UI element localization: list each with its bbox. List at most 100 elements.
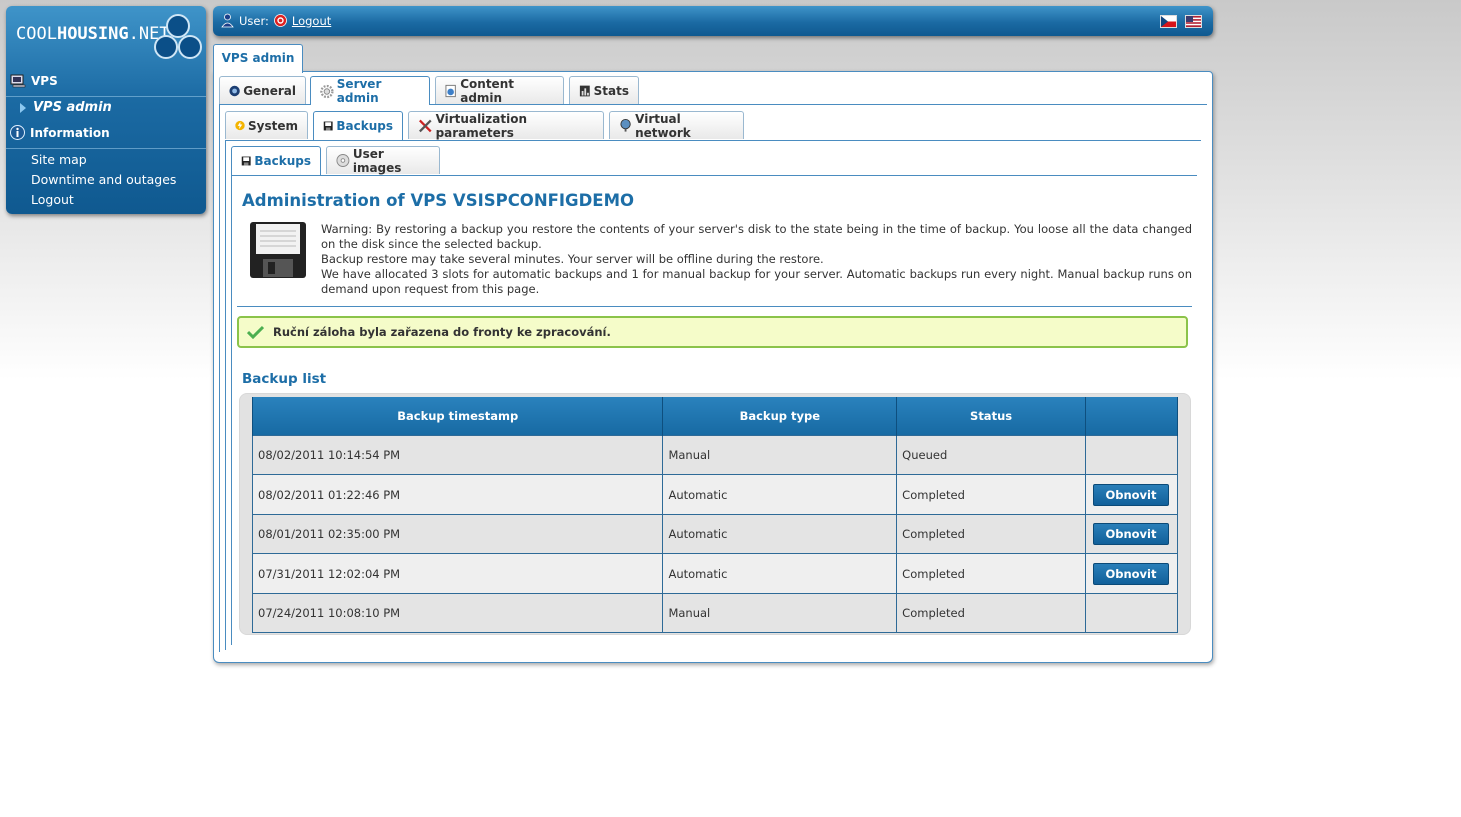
cell-action	[1084, 593, 1179, 633]
backup-table: Backup timestamp Backup type Status 08/0…	[251, 397, 1179, 633]
cell-timestamp: 07/31/2011 12:02:04 PM	[251, 553, 664, 594]
sidebar-link-site-map[interactable]: Site map	[31, 152, 87, 167]
cell-action: Obnovit	[1084, 553, 1179, 594]
table-row: 08/02/2011 01:22:46 PM Automatic Complet…	[251, 474, 1179, 515]
cell-action: Obnovit	[1084, 474, 1179, 515]
warning-line: Warning: By restoring a backup you resto…	[321, 222, 1192, 251]
restore-button[interactable]: Obnovit	[1092, 483, 1169, 506]
tabs-baseline	[225, 140, 1201, 141]
restore-button[interactable]: Obnovit	[1092, 562, 1169, 585]
sidebar: COOLHOUSING.NET VPS VPS admin Informatio…	[6, 6, 206, 214]
frame-line	[231, 175, 232, 645]
sidebar-link-logout[interactable]: Logout	[31, 192, 74, 207]
tab-backups-sub[interactable]: Backups	[231, 146, 321, 175]
page-title: Administration of VPS VSISPCONFIGDEMO	[242, 191, 635, 210]
tab-system[interactable]: System	[225, 111, 308, 139]
document-globe-icon	[445, 84, 456, 97]
warning-line: We have allocated 3 slots for automatic …	[321, 267, 1192, 296]
divider	[237, 306, 1192, 307]
tab-backups[interactable]: Backups	[313, 111, 403, 140]
monitor-icon	[10, 74, 26, 88]
cell-status: Completed	[896, 553, 1086, 594]
tab-general[interactable]: General	[219, 76, 306, 104]
sidebar-item-label: VPS	[31, 74, 58, 88]
tab-virtual-network[interactable]: Virtual network	[609, 111, 744, 140]
gear-globe-icon	[229, 85, 240, 96]
tab-label: Virtualization parameters	[435, 111, 528, 140]
cell-status: Completed	[896, 474, 1086, 515]
brand-logo[interactable]: COOLHOUSING.NET	[16, 24, 170, 44]
column-header-timestamp[interactable]: Backup timestamp	[251, 397, 664, 436]
column-header-status[interactable]: Status	[896, 397, 1086, 436]
top-bar: User: Logout	[213, 6, 1213, 36]
table-row: 08/02/2011 10:14:54 PM Manual Queued	[251, 435, 1179, 475]
tab-vps-admin[interactable]: VPS admin	[213, 44, 303, 73]
tab-label: Backups	[336, 119, 393, 133]
table-header-row: Backup timestamp Backup type Status	[251, 397, 1179, 436]
cell-timestamp: 07/24/2011 10:08:10 PM	[251, 593, 664, 633]
user-info: User: Logout	[221, 13, 331, 28]
floppy-icon	[323, 121, 333, 131]
tab-user-images[interactable]: User images	[326, 146, 440, 175]
cell-timestamp: 08/02/2011 10:14:54 PM	[251, 435, 664, 475]
tab-label: General	[243, 83, 296, 98]
cell-status: Completed	[896, 514, 1086, 554]
chart-icon	[579, 85, 590, 96]
tab-content-admin[interactable]: Content admin	[435, 76, 564, 105]
arrow-right-icon	[20, 102, 26, 113]
table-row: 07/24/2011 10:08:10 PM Manual Completed	[251, 593, 1179, 633]
tab-label: Stats	[593, 83, 629, 98]
logo-circles-icon	[152, 14, 202, 64]
flag-cz-icon[interactable]	[1160, 15, 1177, 28]
tab-label: Content admin	[460, 76, 514, 105]
logout-icon[interactable]	[273, 14, 287, 27]
tab-label: User images	[352, 146, 402, 175]
sidebar-item-label: VPS admin	[33, 100, 112, 115]
success-message-text: Ruční záloha byla zařazena do fronty ke …	[273, 325, 611, 339]
disc-icon	[336, 154, 350, 167]
restore-button[interactable]: Obnovit	[1092, 523, 1169, 545]
sidebar-link-downtime[interactable]: Downtime and outages	[31, 172, 176, 187]
frame-line	[219, 104, 220, 652]
logout-link[interactable]: Logout	[292, 14, 331, 28]
tab-label: Virtual network	[635, 111, 691, 140]
cell-type: Manual	[662, 593, 898, 633]
sidebar-item-vps[interactable]: VPS	[10, 74, 58, 88]
warning-line: Backup restore may take several minutes.…	[321, 252, 824, 266]
table-row: 08/01/2011 02:35:00 PM Automatic Complet…	[251, 514, 1179, 554]
sidebar-item-vps-admin[interactable]: VPS admin	[18, 100, 112, 115]
column-header-actions	[1084, 397, 1179, 436]
column-header-type[interactable]: Backup type	[662, 397, 898, 436]
warning-text: Warning: By restoring a backup you resto…	[321, 222, 1192, 297]
cell-status: Queued	[896, 435, 1086, 475]
floppy-disk-icon	[250, 222, 306, 278]
info-icon	[10, 125, 25, 140]
network-globe-icon	[620, 118, 631, 132]
frame-line	[225, 140, 226, 650]
tab-server-admin[interactable]: Server admin	[310, 76, 430, 105]
table-row: 07/31/2011 12:02:04 PM Automatic Complet…	[251, 553, 1179, 594]
cell-type: Automatic	[662, 474, 898, 515]
success-message: Ruční záloha byla zařazena do fronty ke …	[237, 316, 1188, 348]
cell-type: Manual	[662, 435, 898, 475]
tab-label: Server admin	[336, 77, 382, 105]
cell-timestamp: 08/02/2011 01:22:46 PM	[251, 474, 664, 515]
tools-icon	[419, 119, 432, 133]
lightning-icon	[235, 120, 245, 131]
sidebar-divider	[6, 148, 206, 149]
sidebar-item-information[interactable]: Information	[10, 125, 110, 140]
gear-icon	[320, 84, 334, 98]
checkmark-icon	[247, 325, 264, 339]
cell-status: Completed	[896, 593, 1086, 633]
cell-type: Automatic	[662, 553, 898, 594]
tab-stats[interactable]: Stats	[569, 76, 639, 104]
user-icon	[221, 13, 234, 28]
tab-label: System	[248, 118, 298, 133]
sidebar-item-label: Information	[30, 125, 110, 140]
tab-label: Backups	[254, 154, 311, 168]
floppy-icon	[241, 156, 251, 166]
cell-action: Obnovit	[1084, 514, 1179, 554]
user-label: User:	[239, 13, 269, 28]
flag-us-icon[interactable]	[1185, 15, 1202, 28]
tab-virtualization-parameters[interactable]: Virtualization parameters	[408, 111, 604, 140]
